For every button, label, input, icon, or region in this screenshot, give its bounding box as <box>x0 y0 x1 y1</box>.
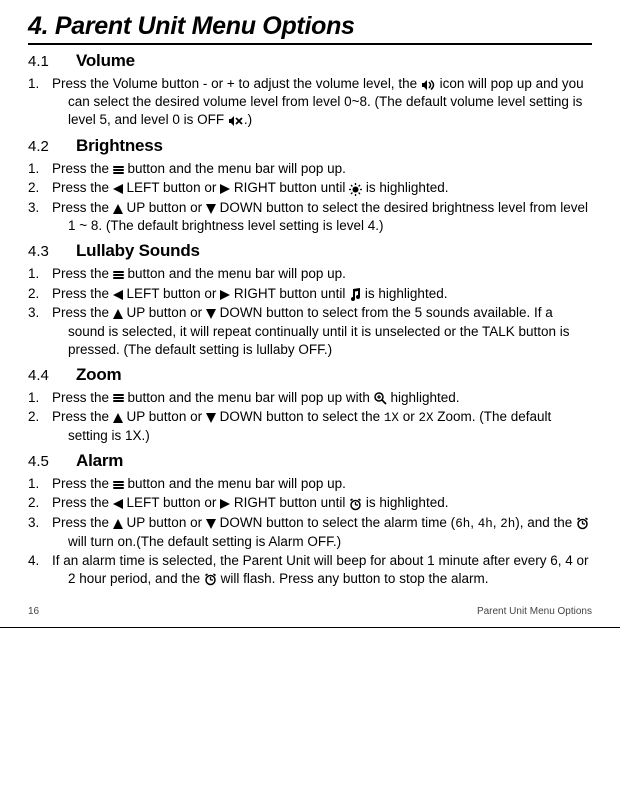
section-title: Alarm <box>76 451 123 471</box>
step-text: Press the UP button or DOWN button to se… <box>52 305 570 356</box>
section-heading: 4.4Zoom <box>28 365 592 385</box>
steps-list: 1.Press the Volume button - or + to adju… <box>28 75 592 130</box>
down <box>206 408 216 426</box>
menu-icon <box>113 475 124 493</box>
section-title: Zoom <box>76 365 121 385</box>
step-text: Press the LEFT button or RIGHT button un… <box>52 180 448 195</box>
step-number: 1. <box>28 475 52 493</box>
step-text: If an alarm time is selected, the Parent… <box>52 553 589 586</box>
page-title: 4. Parent Unit Menu Options <box>28 12 592 45</box>
menu-icon <box>113 160 124 178</box>
down <box>206 199 216 217</box>
left <box>113 495 123 513</box>
step-item: 2.Press the UP button or DOWN button to … <box>28 408 592 445</box>
alarm-icon <box>204 570 217 588</box>
section-heading: 4.2Brightness <box>28 136 592 156</box>
step-item: 1.Press the button and the menu bar will… <box>28 265 592 283</box>
right <box>220 495 230 513</box>
step-item: 3.Press the UP button or DOWN button to … <box>28 304 592 358</box>
menu-icon <box>113 266 124 284</box>
step-text: Press the button and the menu bar will p… <box>52 266 346 281</box>
step-item: 4.If an alarm time is selected, the Pare… <box>28 552 592 588</box>
section-heading: 4.1Volume <box>28 51 592 71</box>
up <box>113 514 123 532</box>
step-item: 1.Press the button and the menu bar will… <box>28 389 592 407</box>
step-text: Press the UP button or DOWN button to se… <box>52 409 551 443</box>
step-number: 1. <box>28 75 52 93</box>
step-number: 4. <box>28 552 52 570</box>
up <box>113 199 123 217</box>
step-number: 3. <box>28 199 52 217</box>
menu-icon <box>113 389 124 407</box>
step-text: Press the LEFT button or RIGHT button un… <box>52 495 448 510</box>
right <box>220 285 230 303</box>
music-icon <box>349 285 361 303</box>
section-title: Lullaby Sounds <box>76 241 200 261</box>
section-number: 4.4 <box>28 367 76 384</box>
step-item: 2.Press the LEFT button or RIGHT button … <box>28 179 592 197</box>
down <box>206 305 216 323</box>
up <box>113 408 123 426</box>
right <box>220 180 230 198</box>
step-number: 3. <box>28 304 52 322</box>
section-heading: 4.5Alarm <box>28 451 592 471</box>
brightness-icon <box>349 180 362 198</box>
section-heading: 4.3Lullaby Sounds <box>28 241 592 261</box>
step-text: Press the UP button or DOWN button to se… <box>52 515 589 549</box>
step-text: Press the button and the menu bar will p… <box>52 390 460 405</box>
step-number: 1. <box>28 265 52 283</box>
step-text: Press the Volume button - or + to adjust… <box>52 76 584 127</box>
alarm-icon <box>349 495 362 513</box>
step-number: 2. <box>28 285 52 303</box>
volume-icon <box>421 75 436 93</box>
section-number: 4.2 <box>28 138 76 155</box>
step-text: Press the button and the menu bar will p… <box>52 476 346 491</box>
zoom-icon <box>374 389 387 407</box>
page-footer: 16 Parent Unit Menu Options <box>0 598 620 628</box>
steps-list: 1.Press the button and the menu bar will… <box>28 160 592 235</box>
steps-list: 1.Press the button and the menu bar will… <box>28 265 592 358</box>
step-item: 1.Press the button and the menu bar will… <box>28 160 592 178</box>
footer-section: Parent Unit Menu Options <box>477 606 592 617</box>
step-number: 2. <box>28 408 52 426</box>
left <box>113 180 123 198</box>
down <box>206 514 216 532</box>
section-number: 4.1 <box>28 53 76 70</box>
step-item: 1.Press the button and the menu bar will… <box>28 475 592 493</box>
page-number: 16 <box>28 606 39 617</box>
step-text: Press the UP button or DOWN button to se… <box>52 200 588 233</box>
section-title: Brightness <box>76 136 163 156</box>
step-text: Press the button and the menu bar will p… <box>52 161 346 176</box>
step-number: 1. <box>28 389 52 407</box>
step-number: 2. <box>28 179 52 197</box>
up <box>113 305 123 323</box>
step-item: 3.Press the UP button or DOWN button to … <box>28 199 592 235</box>
alarm-icon <box>576 514 589 532</box>
step-item: 3.Press the UP button or DOWN button to … <box>28 514 592 551</box>
step-item: 2.Press the LEFT button or RIGHT button … <box>28 494 592 512</box>
step-item: 2.Press the LEFT button or RIGHT button … <box>28 285 592 303</box>
step-number: 1. <box>28 160 52 178</box>
step-item: 1.Press the Volume button - or + to adju… <box>28 75 592 130</box>
steps-list: 1.Press the button and the menu bar will… <box>28 475 592 588</box>
step-number: 3. <box>28 514 52 532</box>
section-number: 4.5 <box>28 453 76 470</box>
section-title: Volume <box>76 51 135 71</box>
step-text: Press the LEFT button or RIGHT button un… <box>52 286 447 301</box>
left <box>113 285 123 303</box>
section-number: 4.3 <box>28 243 76 260</box>
steps-list: 1.Press the button and the menu bar will… <box>28 389 592 445</box>
volume-mute-icon <box>228 112 244 130</box>
step-number: 2. <box>28 494 52 512</box>
